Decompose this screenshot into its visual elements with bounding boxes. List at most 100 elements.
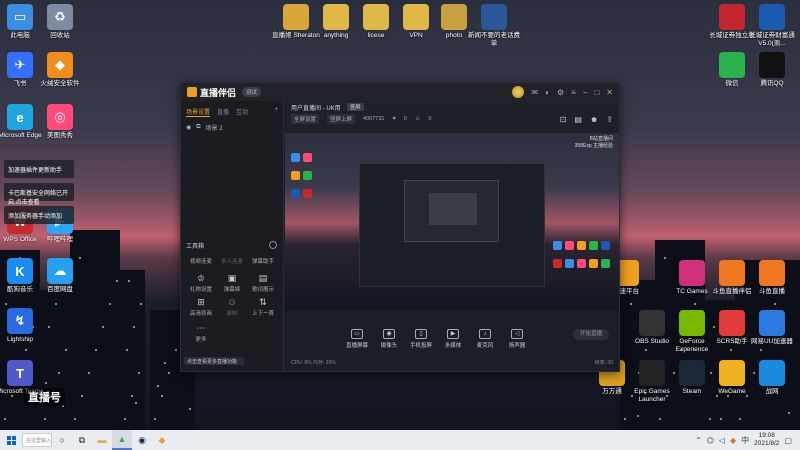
preview-app-icon	[291, 153, 300, 162]
user-icon[interactable]: ☻	[590, 115, 598, 124]
live-app-taskbar-icon[interactable]: ▲	[112, 430, 132, 450]
tool-danmaku-ji[interactable]: ▣ 弹幕姬	[217, 273, 247, 293]
security-icon[interactable]: ◆	[730, 436, 736, 445]
toolbox-more-icon[interactable]	[269, 241, 277, 249]
start-button[interactable]	[0, 430, 22, 450]
phone-cast-button[interactable]: ▯ 手机投屏	[409, 329, 433, 349]
steam-taskbar-icon[interactable]: ◉	[132, 430, 152, 450]
tool-label: 弹幕助手	[251, 259, 274, 265]
app-icon	[639, 360, 665, 386]
info-tag[interactable]: 竖屏上屏	[327, 114, 356, 124]
app-icon	[481, 4, 507, 30]
tab-live[interactable]: 直播	[217, 107, 229, 117]
scene-list-item[interactable]: ◉ ⧉ 场景 2	[181, 121, 283, 134]
notification-toast[interactable]: 加速器插件更新助手	[4, 160, 74, 178]
info-tag[interactable]: 全屏设置	[291, 114, 320, 124]
desktop-icon[interactable]: ☁ 百度网盘	[34, 258, 86, 294]
chevron-up-icon[interactable]: ⌃	[695, 436, 702, 445]
cortana-icon[interactable]: ○	[52, 430, 72, 450]
speaker-button[interactable]: ◁ 扬声器	[505, 329, 529, 349]
desktop-icon[interactable]: ♻ 回收站	[34, 4, 86, 40]
network-icon[interactable]: ⌬	[707, 436, 714, 445]
toolbox-header: 工具箱	[186, 241, 277, 250]
app-taskbar-icon[interactable]: ◆	[152, 430, 172, 450]
tool-video-link[interactable]: 视频连麦	[186, 257, 216, 265]
desktop-icon-label: 斗鱼直播	[759, 288, 785, 295]
tool-gift[interactable]: ♔ 礼物设置	[186, 273, 216, 293]
share-icon[interactable]: ⇪	[606, 115, 613, 124]
avatar[interactable]	[512, 86, 525, 98]
room-name: 用户直播间 - UK用	[291, 105, 341, 112]
lock-icon[interactable]: ⧉	[196, 124, 200, 131]
tab-scene[interactable]: 场景设置	[186, 107, 211, 117]
task-view-icon[interactable]: ⧉	[72, 430, 92, 450]
maximize-icon[interactable]: □	[594, 88, 599, 97]
tool-more[interactable]: ⋯ 更多	[186, 323, 216, 343]
tool-label: 录制	[226, 311, 238, 317]
tool-playlist[interactable]: ⇅ 上下一首	[248, 297, 278, 317]
desktop-icon[interactable]: ◆ 火绒安全软件	[34, 52, 86, 88]
volume-icon[interactable]: ◁	[719, 436, 725, 445]
app-titlebar[interactable]: 直播伴侣 测试 ✉ ◐ ⚙ ≡ − □ ✕	[181, 83, 619, 101]
menu-icon[interactable]: ≡	[571, 88, 576, 97]
add-tab-icon[interactable]: +	[274, 107, 278, 117]
clock[interactable]: 19:08 2021/8/2	[754, 432, 779, 448]
desktop-icon[interactable]: 网易UU加速器	[746, 310, 798, 346]
preview-app-icon	[303, 171, 312, 180]
preview-app-icon	[303, 153, 312, 162]
notification-toast[interactable]: 添加服务器手动添加	[4, 206, 74, 224]
app-icon	[283, 4, 309, 30]
input-language[interactable]: 中	[741, 435, 749, 446]
file-explorer-icon[interactable]: ▬	[92, 430, 112, 450]
tool-multi-link[interactable]: 多人连麦	[217, 257, 247, 265]
tool-danmaku[interactable]: 弹幕助手	[248, 257, 278, 265]
tab-interact[interactable]: 互动	[236, 107, 248, 117]
gift-box-icon[interactable]: ⊡	[560, 115, 567, 124]
tool-hd[interactable]: ⊞ 高清原画	[186, 297, 216, 317]
info-bar: 全屏设置 竖屏上屏 4007731 ♥ 0 ☺ 0 ⊡ ▤ ☻ ⇪	[285, 113, 619, 125]
desktop-icon[interactable]: 腾讯QQ	[746, 52, 798, 88]
orientation-tag[interactable]: 竖屏	[346, 103, 364, 111]
media-icon: ▶	[447, 329, 459, 339]
tool-label: 歌词展示	[251, 287, 274, 293]
desktop-icon[interactable]: ◎ 美图秀秀	[34, 104, 86, 140]
tool-lyrics[interactable]: ▤ 歌词展示	[248, 273, 278, 293]
skin-icon[interactable]: ◐	[545, 88, 550, 97]
feature-notice[interactable]: 点击查看更多直播功能	[184, 357, 244, 365]
desktop-icon-label: 哔哩哔哩	[47, 236, 73, 243]
windows-icon	[6, 435, 16, 445]
start-live-button[interactable]: 开始直播	[573, 329, 609, 340]
screen-capture-button[interactable]: ▭ 直播屏幕	[345, 329, 369, 349]
app-icon	[363, 4, 389, 30]
camera-button[interactable]: ◉ 摄像头	[377, 329, 401, 349]
desktop-icon[interactable]: 斗鱼直播	[746, 260, 798, 296]
media-button[interactable]: ▶ 多媒体	[441, 329, 465, 349]
message-icon[interactable]: ✉	[531, 88, 538, 97]
stream-preview[interactable]: B站直播间 398Exp 主播经验	[285, 133, 619, 313]
desktop-icon-label: 百度网盘	[47, 286, 73, 293]
app-icon: K	[7, 258, 33, 284]
search-input[interactable]: 在这里输入	[22, 433, 52, 447]
microphone-button[interactable]: ♪ 麦克风	[473, 329, 497, 349]
desktop-icon-label: 战网	[765, 388, 779, 395]
eye-icon[interactable]: ◉	[186, 124, 191, 131]
notification-toast[interactable]: 卡巴斯基安全网络已开启,点击查看	[4, 183, 74, 206]
ctl-label: 手机投屏	[409, 343, 432, 349]
notification-icon[interactable]: ▢	[784, 436, 792, 445]
minimize-icon[interactable]: −	[583, 88, 588, 97]
settings-icon[interactable]: ⚙	[557, 88, 564, 97]
app-icon: ↯	[7, 308, 33, 334]
start-label: 开始直播	[579, 331, 602, 337]
notes-icon[interactable]: ▤	[574, 115, 582, 124]
preview-app-icon	[553, 259, 562, 268]
tools-row: ⊞ 高清原画 ⊙ 录制 ⇅ 上下一首	[186, 297, 278, 317]
toast-text: 加速器插件更新助手	[8, 168, 63, 174]
ctl-label: 直播屏幕	[345, 343, 368, 349]
desktop-icon[interactable]: 新闻不要的老话费单	[468, 4, 520, 48]
close-icon[interactable]: ✕	[606, 88, 613, 97]
desktop-icon[interactable]: 长城证券财富通V5.0(测...	[746, 4, 798, 48]
desktop-icon[interactable]: ↯ Lightship	[0, 308, 46, 344]
live-streaming-app-window[interactable]: 直播伴侣 测试 ✉ ◐ ⚙ ≡ − □ ✕ 场景设置 直播 互动 + ◉ ⧉ 场…	[180, 82, 620, 372]
tool-record[interactable]: ⊙ 录制	[217, 297, 247, 317]
desktop-icon[interactable]: 战网	[746, 360, 798, 396]
